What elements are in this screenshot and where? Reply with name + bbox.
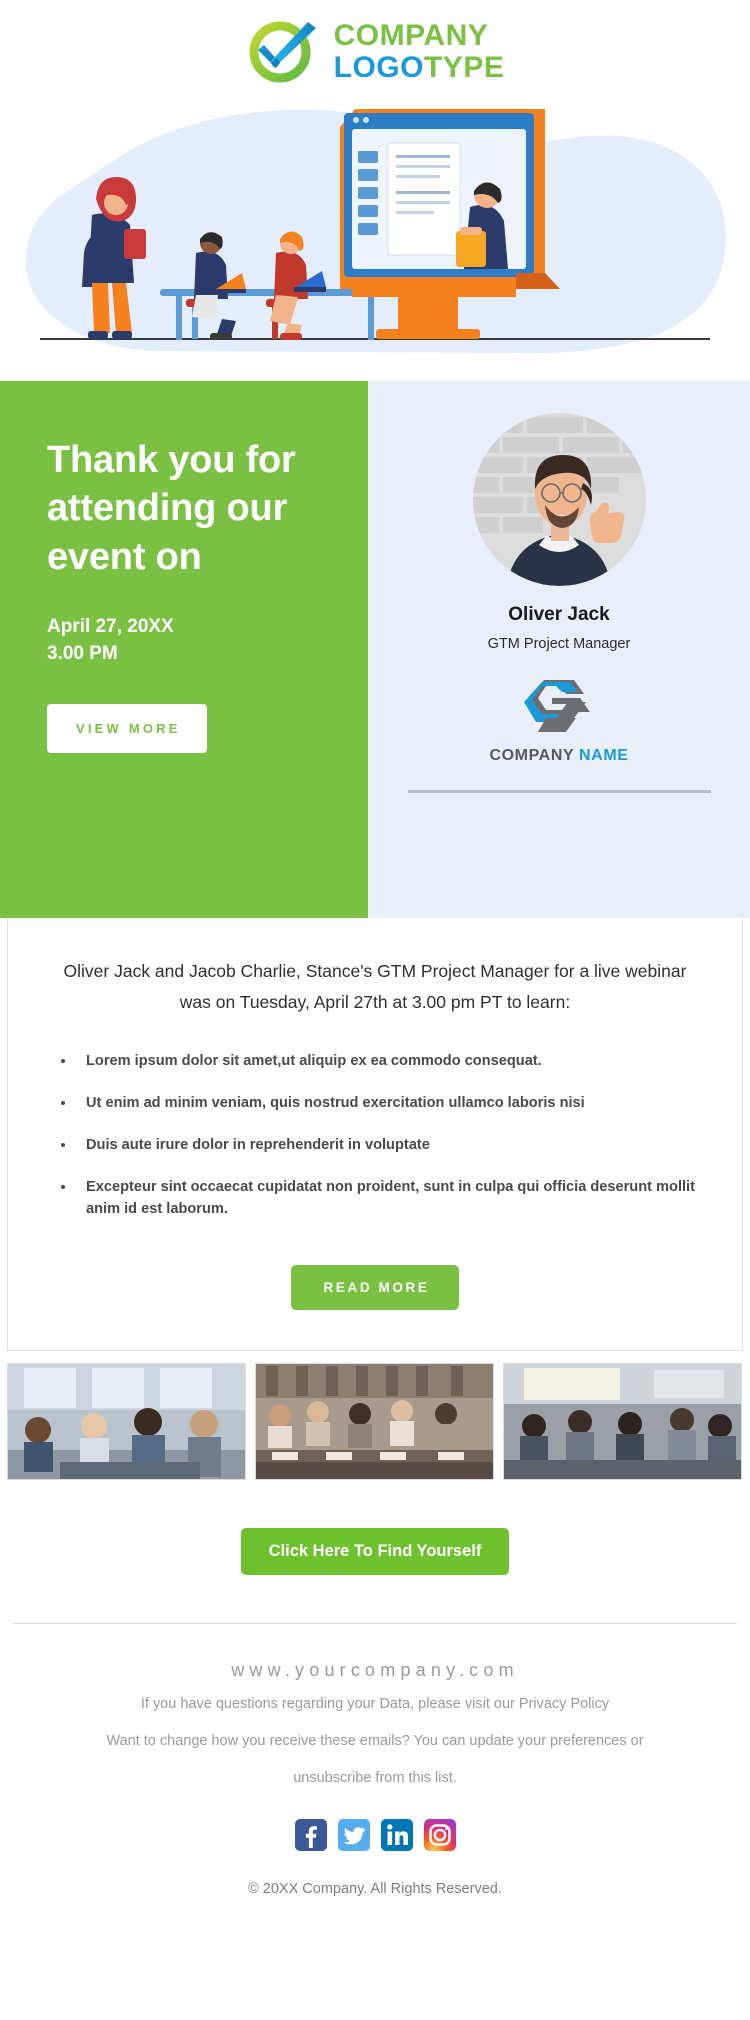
logo-wordmark: COMPANY LOGOTYPE (334, 20, 505, 82)
read-more-row: READ MORE (48, 1264, 702, 1310)
twitter-icon[interactable] (337, 1818, 370, 1851)
gallery-photo-classroom[interactable] (503, 1362, 742, 1480)
logo-logo-text: LOGO (333, 50, 424, 84)
speaker-name: Oliver Jack (508, 604, 610, 625)
body-lede: Oliver Jack and Jacob Charlie, Stance's … (63, 961, 687, 1012)
list-item: Duis aute irure dolor in reprehenderit i… (76, 1135, 702, 1157)
avatar-photo (472, 413, 646, 586)
meeting-room-photo (8, 1363, 245, 1479)
speaker-panel: Oliver Jack GTM Project Manager COMPANY … (368, 381, 750, 918)
avatar (472, 413, 646, 586)
website-url[interactable]: www.yourcompany.com (30, 1660, 720, 1681)
hero-band: Thank you for attending our event on Apr… (0, 381, 750, 918)
footer: www.yourcompany.com If you have question… (0, 1624, 750, 1923)
email-newsletter: COMPANY LOGOTYPE Thank you for attending… (0, 0, 750, 1923)
view-more-button[interactable]: VIEW MORE (47, 703, 207, 753)
logo-line-company: COMPANY (333, 19, 489, 53)
classroom-photo (504, 1363, 741, 1479)
cta-row: Click Here To Find Yourself (0, 1527, 750, 1575)
photo-gallery (0, 1351, 750, 1480)
webinar-scene-illustration (25, 109, 727, 354)
logo-type-text: TYPE (423, 50, 505, 84)
gallery-photo-meeting[interactable] (7, 1362, 246, 1480)
list-item: Excepteur sint occaecat cupidatat non pr… (76, 1177, 702, 1221)
footer-preferences-line: Want to change how you receive these ema… (106, 1732, 644, 1749)
find-yourself-button[interactable]: Click Here To Find Yourself (240, 1527, 510, 1575)
facebook-icon[interactable] (294, 1818, 327, 1851)
social-links (30, 1818, 720, 1851)
list-item: Lorem ipsum dolor sit amet,ut aliquip ex… (76, 1051, 702, 1073)
checkmark-circle-logo-icon (249, 21, 316, 82)
hero-green-panel: Thank you for attending our event on Apr… (0, 381, 368, 918)
hero-illustration (0, 103, 750, 381)
name-word: NAME (579, 747, 629, 764)
instagram-icon[interactable] (423, 1818, 456, 1851)
body-card: Oliver Jack and Jacob Charlie, Stance's … (7, 918, 743, 1351)
body-bullet-list: Lorem ipsum dolor sit amet,ut aliquip ex… (76, 1051, 702, 1220)
company-name-text: COMPANY NAME (489, 747, 628, 765)
company-logo[interactable]: COMPANY LOGOTYPE (246, 18, 505, 86)
company-word: COMPANY (489, 747, 574, 764)
copyright-text: © 20XX Company. All Rights Reserved. (248, 1880, 502, 1897)
speaker-role: GTM Project Manager (487, 636, 631, 652)
linkedin-icon[interactable] (380, 1818, 413, 1851)
hero-datetime: April 27, 20XX 3.00 PM (47, 613, 368, 668)
footer-privacy-line: If you have questions regarding your Dat… (140, 1695, 610, 1712)
hero-time: 3.00 PM (47, 643, 118, 665)
list-item: Ut enim ad minim veniam, quis nostrud ex… (76, 1093, 702, 1115)
footer-unsubscribe-line: unsubscribe from this list. (293, 1770, 457, 1787)
logo-line-logotype: LOGOTYPE (333, 50, 505, 84)
seminar-audience-photo (256, 1363, 493, 1479)
read-more-button[interactable]: READ MORE (290, 1264, 460, 1310)
hexagon-s-icon (523, 680, 590, 732)
profile-divider (407, 790, 711, 793)
company-name-logo[interactable]: COMPANY NAME (489, 678, 628, 765)
gallery-photo-audience[interactable] (255, 1362, 494, 1480)
logo-header: COMPANY LOGOTYPE (0, 0, 750, 103)
hero-date: April 27, 20XX (47, 615, 174, 637)
hero-heading: Thank you for attending our event on (47, 439, 296, 578)
